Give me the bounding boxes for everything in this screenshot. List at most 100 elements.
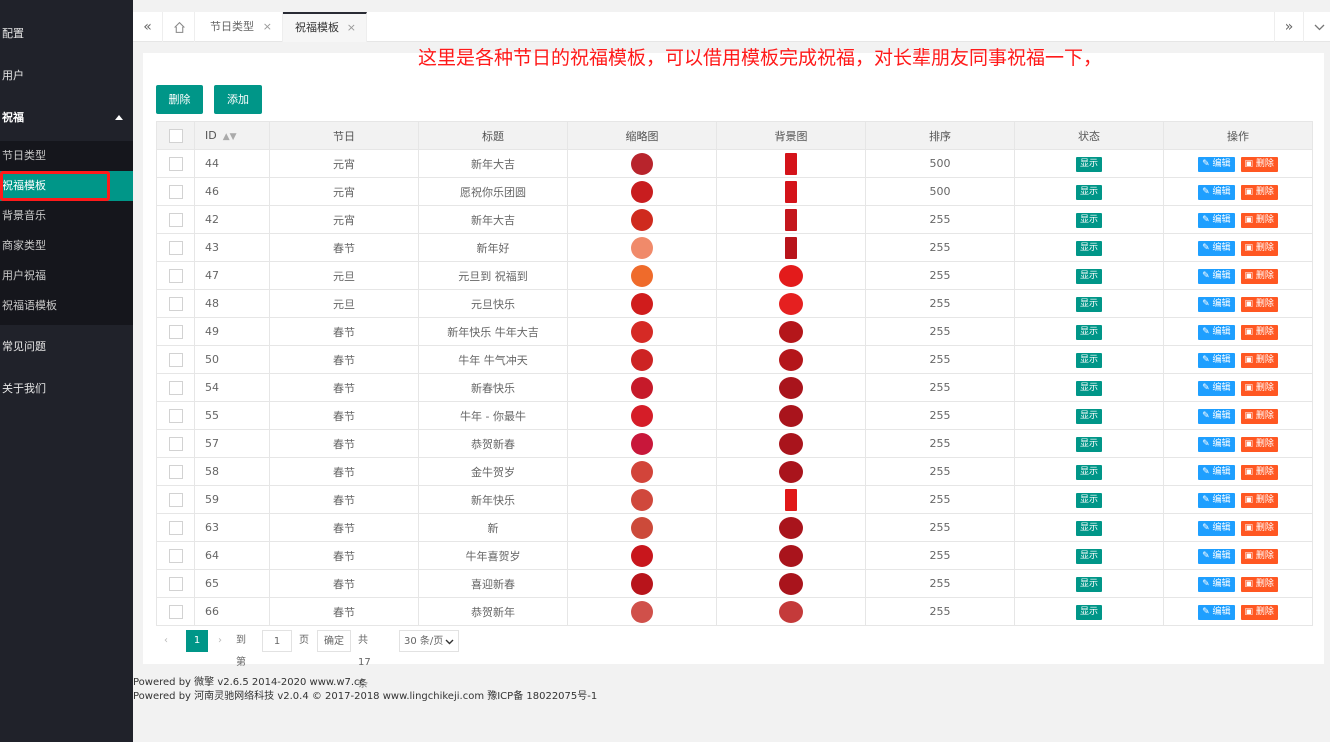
sidebar-item-blessing[interactable]: 祝福 xyxy=(0,98,133,138)
goto-confirm-button[interactable]: 确定 xyxy=(317,630,351,652)
background-image[interactable] xyxy=(779,600,803,623)
status-badge[interactable]: 显示 xyxy=(1075,408,1102,424)
edit-button[interactable]: ✎ 编辑 xyxy=(1198,296,1235,312)
background-image[interactable] xyxy=(779,432,803,455)
edit-button[interactable]: ✎ 编辑 xyxy=(1198,436,1235,452)
scroll-left-icon[interactable]: « xyxy=(133,12,163,42)
status-badge[interactable]: 显示 xyxy=(1075,184,1102,200)
edit-button[interactable]: ✎ 编辑 xyxy=(1198,380,1235,396)
edit-button[interactable]: ✎ 编辑 xyxy=(1198,492,1235,508)
prev-page-icon[interactable]: ‹ xyxy=(164,630,168,652)
scroll-right-icon[interactable]: » xyxy=(1274,12,1304,42)
thumbnail-image[interactable] xyxy=(631,152,653,175)
thumbnail-image[interactable] xyxy=(631,208,653,231)
delete-row-button[interactable]: ▣ 删除 xyxy=(1240,576,1278,592)
thumbnail-image[interactable] xyxy=(631,264,653,287)
status-badge[interactable]: 显示 xyxy=(1075,296,1102,312)
delete-row-button[interactable]: ▣ 删除 xyxy=(1240,352,1278,368)
sidebar-subitem-bg-music[interactable]: 背景音乐 xyxy=(0,201,133,231)
edit-button[interactable]: ✎ 编辑 xyxy=(1198,576,1235,592)
row-checkbox[interactable] xyxy=(156,177,195,206)
delete-row-button[interactable]: ▣ 删除 xyxy=(1240,296,1278,312)
background-image[interactable] xyxy=(779,264,803,287)
edit-button[interactable]: ✎ 编辑 xyxy=(1198,240,1235,256)
edit-button[interactable]: ✎ 编辑 xyxy=(1198,352,1235,368)
background-image[interactable] xyxy=(779,320,803,343)
delete-row-button[interactable]: ▣ 删除 xyxy=(1240,156,1278,172)
background-image[interactable] xyxy=(779,544,803,567)
status-badge[interactable]: 显示 xyxy=(1075,604,1102,620)
sidebar-subitem-festival-types[interactable]: 节日类型 xyxy=(0,141,133,171)
delete-row-button[interactable]: ▣ 删除 xyxy=(1240,492,1278,508)
sort-icon[interactable]: ▲▼ xyxy=(223,132,237,142)
delete-row-button[interactable]: ▣ 删除 xyxy=(1240,380,1278,396)
background-image[interactable] xyxy=(785,236,797,259)
tab-blessing-templates[interactable]: 祝福模板 × xyxy=(283,12,367,42)
thumbnail-image[interactable] xyxy=(631,600,653,623)
close-icon[interactable]: × xyxy=(347,14,356,42)
edit-button[interactable]: ✎ 编辑 xyxy=(1198,548,1235,564)
add-button[interactable]: 添加 xyxy=(214,85,262,114)
row-checkbox[interactable] xyxy=(156,513,195,542)
delete-row-button[interactable]: ▣ 删除 xyxy=(1240,240,1278,256)
thumbnail-image[interactable] xyxy=(631,432,653,455)
background-image[interactable] xyxy=(779,404,803,427)
edit-button[interactable]: ✎ 编辑 xyxy=(1198,156,1235,172)
status-badge[interactable]: 显示 xyxy=(1075,436,1102,452)
row-checkbox[interactable] xyxy=(156,457,195,486)
status-badge[interactable]: 显示 xyxy=(1075,352,1102,368)
background-image[interactable] xyxy=(785,488,797,511)
delete-row-button[interactable]: ▣ 删除 xyxy=(1240,184,1278,200)
delete-row-button[interactable]: ▣ 删除 xyxy=(1240,408,1278,424)
chevron-down-icon[interactable] xyxy=(1304,12,1330,42)
thumbnail-image[interactable] xyxy=(631,292,653,315)
header-id[interactable]: ID ▲▼ xyxy=(194,121,270,150)
thumbnail-image[interactable] xyxy=(631,236,653,259)
background-image[interactable] xyxy=(779,572,803,595)
row-checkbox[interactable] xyxy=(156,569,195,598)
sidebar-item-config[interactable]: 配置 xyxy=(0,14,133,54)
background-image[interactable] xyxy=(785,180,797,203)
delete-row-button[interactable]: ▣ 删除 xyxy=(1240,436,1278,452)
status-badge[interactable]: 显示 xyxy=(1075,380,1102,396)
sidebar-subitem-phrase-templates[interactable]: 祝福语模板 xyxy=(0,291,133,321)
thumbnail-image[interactable] xyxy=(631,460,653,483)
status-badge[interactable]: 显示 xyxy=(1075,548,1102,564)
edit-button[interactable]: ✎ 编辑 xyxy=(1198,212,1235,228)
background-image[interactable] xyxy=(779,460,803,483)
status-badge[interactable]: 显示 xyxy=(1075,156,1102,172)
background-image[interactable] xyxy=(779,376,803,399)
status-badge[interactable]: 显示 xyxy=(1075,324,1102,340)
thumbnail-image[interactable] xyxy=(631,544,653,567)
delete-row-button[interactable]: ▣ 删除 xyxy=(1240,604,1278,620)
sidebar-item-faq[interactable]: 常见问题 xyxy=(0,327,133,367)
status-badge[interactable]: 显示 xyxy=(1075,576,1102,592)
row-checkbox[interactable] xyxy=(156,597,195,626)
tab-festival-types[interactable]: 节日类型 × xyxy=(198,12,283,42)
edit-button[interactable]: ✎ 编辑 xyxy=(1198,464,1235,480)
background-image[interactable] xyxy=(779,292,803,315)
edit-button[interactable]: ✎ 编辑 xyxy=(1198,184,1235,200)
edit-button[interactable]: ✎ 编辑 xyxy=(1198,408,1235,424)
home-icon[interactable] xyxy=(165,12,195,42)
thumbnail-image[interactable] xyxy=(631,376,653,399)
status-badge[interactable]: 显示 xyxy=(1075,464,1102,480)
delete-row-button[interactable]: ▣ 删除 xyxy=(1240,464,1278,480)
thumbnail-image[interactable] xyxy=(631,404,653,427)
delete-row-button[interactable]: ▣ 删除 xyxy=(1240,548,1278,564)
edit-button[interactable]: ✎ 编辑 xyxy=(1198,268,1235,284)
status-badge[interactable]: 显示 xyxy=(1075,492,1102,508)
row-checkbox[interactable] xyxy=(156,345,195,374)
thumbnail-image[interactable] xyxy=(631,320,653,343)
edit-button[interactable]: ✎ 编辑 xyxy=(1198,604,1235,620)
thumbnail-image[interactable] xyxy=(631,348,653,371)
sidebar-subitem-user-blessings[interactable]: 用户祝福 xyxy=(0,261,133,291)
row-checkbox[interactable] xyxy=(156,261,195,290)
status-badge[interactable]: 显示 xyxy=(1075,212,1102,228)
next-page-icon[interactable]: › xyxy=(218,630,222,652)
per-page-select[interactable]: 30 条/页 xyxy=(399,630,459,652)
edit-button[interactable]: ✎ 编辑 xyxy=(1198,324,1235,340)
status-badge[interactable]: 显示 xyxy=(1075,520,1102,536)
row-checkbox[interactable] xyxy=(156,317,195,346)
thumbnail-image[interactable] xyxy=(631,180,653,203)
